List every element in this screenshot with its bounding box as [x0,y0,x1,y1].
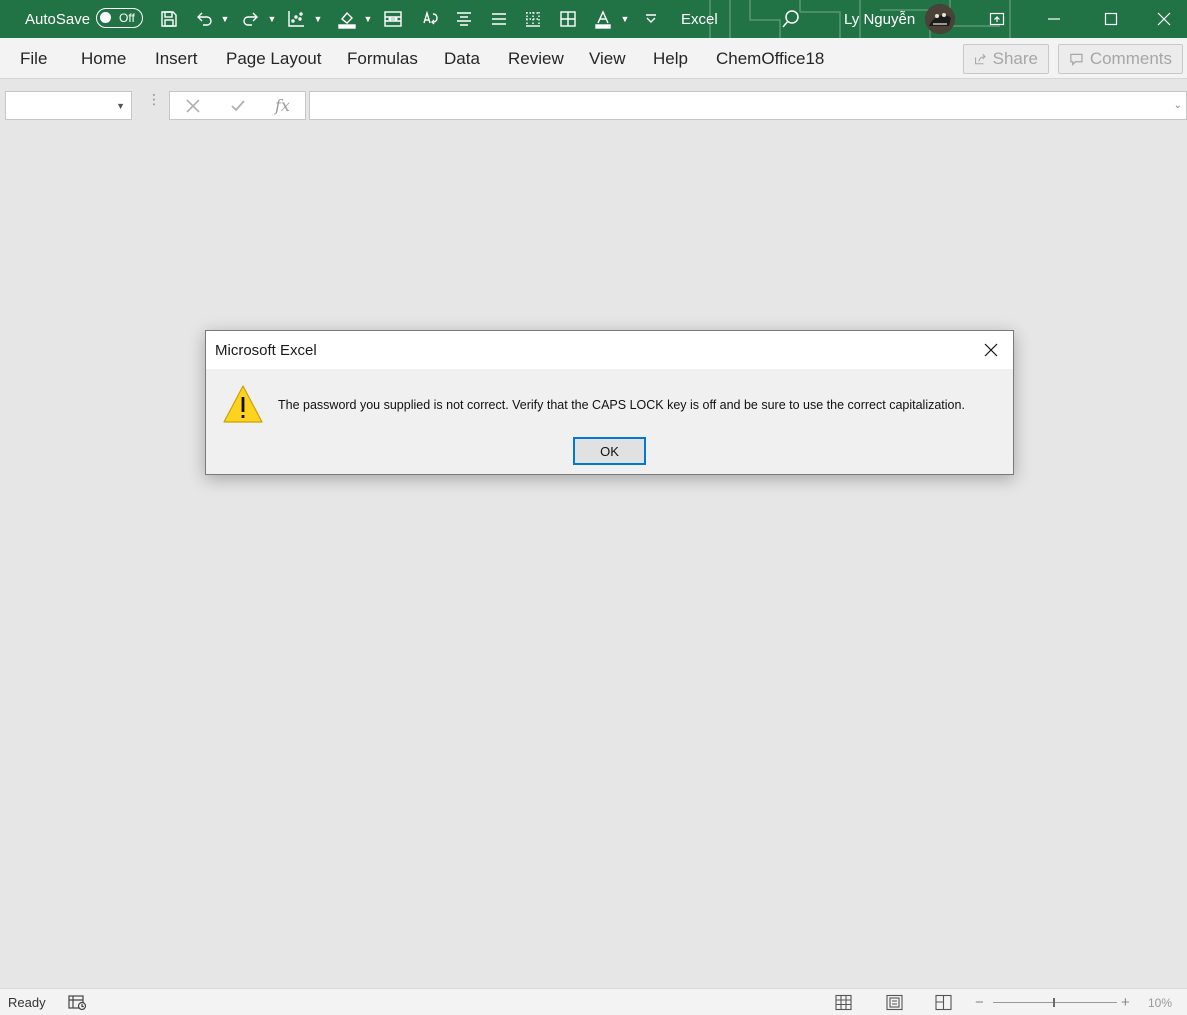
normal-view-icon[interactable] [834,989,853,1015]
zoom-out-icon[interactable]: − [975,989,984,1015]
redo-icon[interactable] [238,0,264,38]
borders-icon[interactable] [555,0,581,38]
undo-icon[interactable] [191,0,217,38]
fx-label: fx [275,96,290,115]
page-layout-view-icon[interactable] [885,989,904,1015]
zoom-in-icon[interactable]: + [1121,989,1130,1015]
comments-label: Comments [1089,49,1172,68]
customize-qat-icon[interactable] [638,0,664,38]
ok-button[interactable]: OK [573,437,646,465]
tab-review[interactable]: Review [508,38,564,79]
name-box[interactable]: ▼ [5,91,132,120]
fill-color-icon[interactable] [334,0,360,38]
redo-chevron-down-icon[interactable]: ▼ [266,0,278,38]
status-text: Ready [8,995,46,1010]
fill-chevron-down-icon[interactable]: ▼ [362,0,374,38]
tab-file[interactable]: File [20,38,47,79]
tab-home[interactable]: Home [81,38,126,79]
share-label: Share [992,49,1038,68]
save-icon[interactable] [156,0,182,38]
name-box-chevron-down-icon[interactable]: ▼ [116,101,125,111]
search-icon[interactable] [780,0,802,38]
avatar[interactable] [925,4,955,34]
tab-chemoffice18[interactable]: ChemOffice18 [716,38,824,79]
ribbon-display-options-icon[interactable] [974,0,1020,38]
cancel-entry-icon[interactable] [170,92,215,119]
close-window-icon[interactable] [1141,0,1187,38]
dialog-message: The password you supplied is not correct… [278,398,965,412]
merge-cells-icon[interactable] [380,0,406,38]
toggle-knob [100,12,111,23]
dialog-close-icon[interactable] [969,331,1013,369]
font-color-chevron-down-icon[interactable]: ▼ [619,0,631,38]
share-icon [975,53,986,65]
align-middle-icon[interactable] [486,0,512,38]
formula-input[interactable]: ⌄ [309,91,1187,120]
password-error-dialog: Microsoft Excel The password you supplie… [205,330,1014,475]
page-break-preview-icon[interactable] [934,989,953,1015]
maximize-icon[interactable] [1088,0,1134,38]
chart-chevron-down-icon[interactable]: ▼ [312,0,324,38]
accessibility-check-icon[interactable] [68,989,87,1015]
tab-view[interactable]: View [589,38,626,79]
zoom-slider-thumb[interactable] [1053,998,1055,1007]
insert-function-button[interactable]: fx [260,92,305,119]
expand-formula-bar-chevron-icon[interactable]: ⌄ [1174,100,1182,111]
minimize-icon[interactable] [1031,0,1077,38]
dialog-title: Microsoft Excel [215,342,317,359]
ribbon-tabs: File Home Insert Page Layout Formulas Da… [0,38,1187,79]
formula-buttons: fx [169,91,306,120]
comments-button[interactable]: Comments [1058,44,1183,74]
formula-bar-grip-icon[interactable]: ⋮ [147,92,161,116]
font-color-icon[interactable] [590,0,616,38]
title-bar: AutoSave Off ▼ ▼ ▼ ▼ ▼ Excel Ly Nguyễn [0,0,1187,38]
autosave-toggle[interactable]: Off [96,8,143,28]
dialog-title-bar: Microsoft Excel [206,331,1013,369]
comment-icon [1070,53,1083,67]
user-name[interactable]: Ly Nguyễn [844,0,915,38]
formula-bar: ▼ ⋮ fx ⌄ [0,79,1187,131]
text-direction-icon[interactable] [417,0,443,38]
align-center-icon[interactable] [451,0,477,38]
status-bar: Ready − + 10% [0,988,1187,1015]
undo-chevron-down-icon[interactable]: ▼ [219,0,231,38]
borders-dashed-icon[interactable] [520,0,546,38]
scatter-chart-icon[interactable] [283,0,309,38]
tab-page-layout[interactable]: Page Layout [226,38,321,79]
autosave-state: Off [119,11,135,25]
zoom-slider[interactable] [993,1002,1117,1003]
warning-icon [223,385,263,423]
autosave-label: AutoSave [25,10,91,28]
confirm-entry-icon[interactable] [215,92,260,119]
tab-insert[interactable]: Insert [155,38,198,79]
share-button[interactable]: Share [963,44,1049,74]
zoom-level[interactable]: 10% [1148,989,1172,1015]
tab-data[interactable]: Data [444,38,480,79]
app-title: Excel [681,10,718,28]
tab-help[interactable]: Help [653,38,688,79]
tab-formulas[interactable]: Formulas [347,38,418,79]
